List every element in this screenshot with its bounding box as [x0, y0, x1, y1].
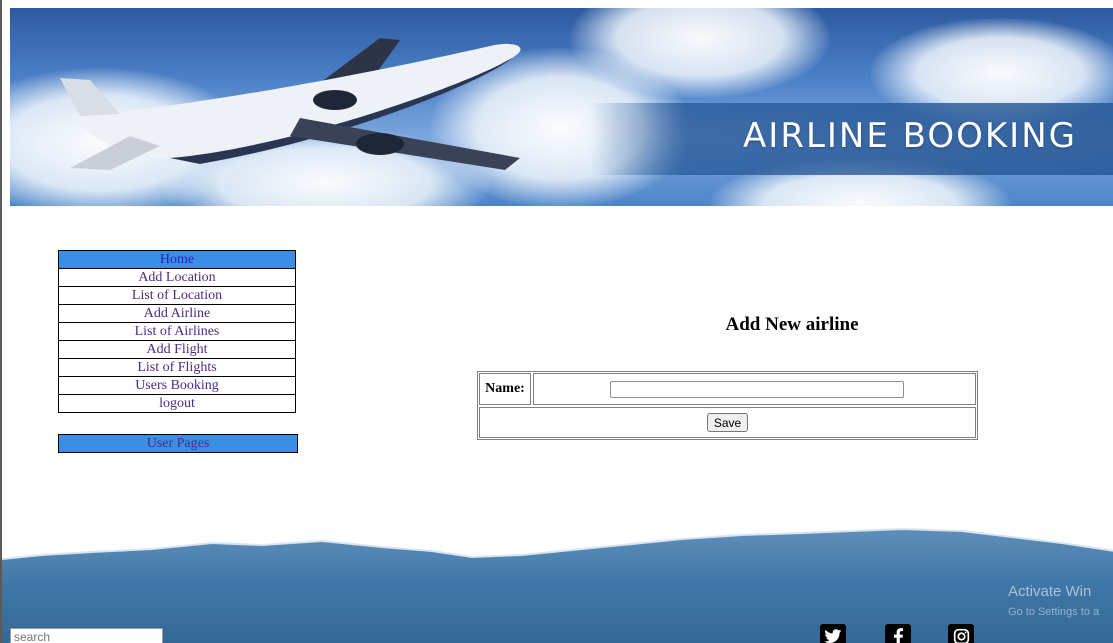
sidebar-item-add-flight[interactable]: Add Flight — [58, 341, 296, 359]
sidebar-item-add-airline[interactable]: Add Airline — [58, 305, 296, 323]
airplane-image — [60, 38, 521, 170]
sidebar-item-home[interactable]: Home — [58, 250, 296, 269]
activation-watermark-subtitle: Go to Settings to a — [1008, 606, 1100, 618]
airline-name-input[interactable] — [610, 380, 904, 398]
header-banner: AIRLINE BOOKING — [10, 8, 1113, 206]
sidebar-item-list-of-airlines[interactable]: List of Airlines — [58, 323, 296, 341]
search-input[interactable] — [10, 628, 163, 643]
sidebar-item-list-of-flights[interactable]: List of Flights — [58, 359, 296, 377]
sidebar-item-logout[interactable]: logout — [58, 395, 296, 413]
activation-watermark-title: Activate Win — [1008, 583, 1092, 600]
page: AIRLINE BOOKING Home Add Location List o… — [0, 0, 1113, 643]
instagram-icon[interactable] — [948, 624, 974, 643]
footer — [2, 525, 1113, 643]
form-row-name: Name: — [479, 373, 976, 405]
page-title: Add New airline — [725, 314, 859, 335]
facebook-icon[interactable] — [885, 624, 911, 643]
sidebar-item-list-of-location[interactable]: List of Location — [58, 287, 296, 305]
sidebar-item-user-pages[interactable]: User Pages — [58, 434, 298, 453]
footer-torn-paper-background — [2, 527, 1113, 643]
name-input-cell — [533, 373, 976, 405]
sidebar-nav: Home Add Location List of Location Add A… — [58, 250, 296, 413]
banner-title: AIRLINE BOOKING — [743, 116, 1077, 156]
form-row-actions: Save — [479, 407, 976, 438]
add-airline-form: Name: Save — [477, 371, 978, 440]
sidebar-item-users-booking[interactable]: Users Booking — [58, 377, 296, 395]
twitter-icon[interactable] — [820, 624, 846, 643]
name-label: Name: — [479, 373, 531, 405]
sidebar-item-add-location[interactable]: Add Location — [58, 269, 296, 287]
save-button[interactable]: Save — [706, 413, 749, 432]
